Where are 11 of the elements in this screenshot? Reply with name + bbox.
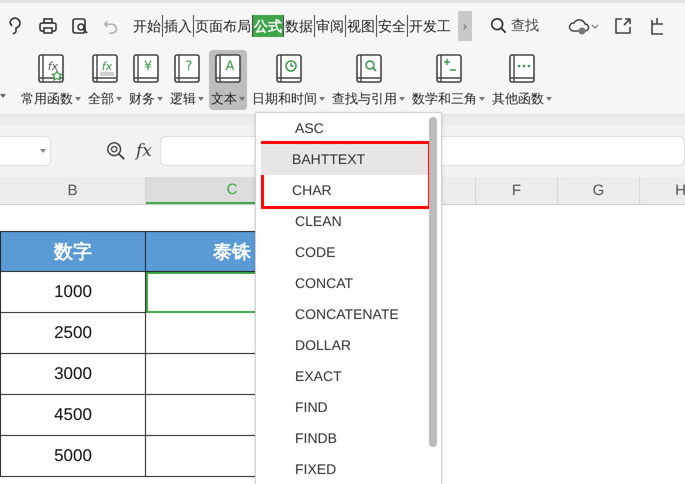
book-icon: ¥ [132,54,160,84]
table-cell: 5000 [0,436,146,477]
table-cell: 4500 [0,395,146,436]
book-icon: ? [173,54,201,84]
table-cell: 2500 [0,313,146,354]
book-icon: fx [37,54,65,84]
book-icon: fx [91,54,119,84]
table-cell: 3000 [0,354,146,395]
table-header-cell: 数字 [0,231,146,272]
book-icon: A [214,54,242,84]
table-cell: 1000 [0,272,146,313]
